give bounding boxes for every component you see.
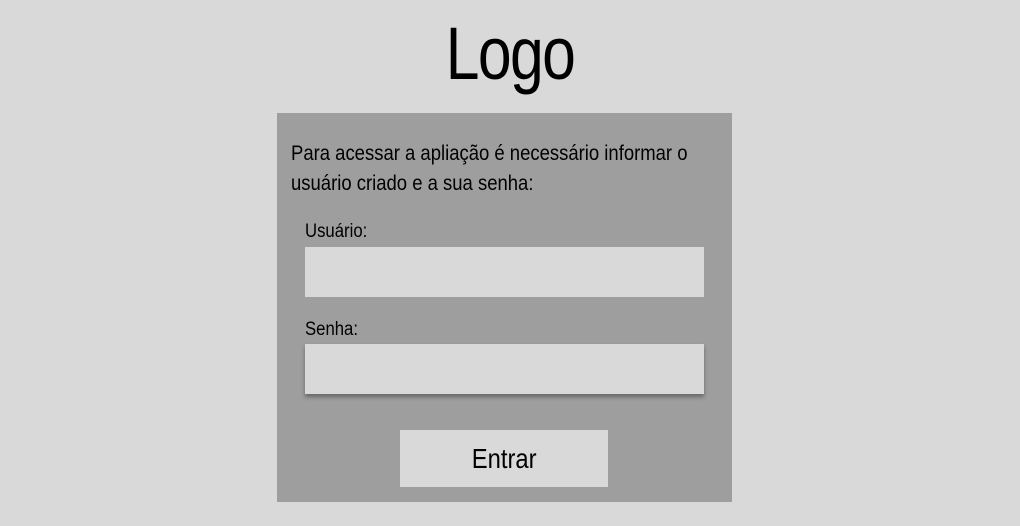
password-label: Senha:	[305, 319, 359, 340]
submit-button-label: Entrar	[471, 442, 537, 474]
login-instructions: Para acessar a apliação é necessário inf…	[291, 142, 688, 195]
login-panel: Para acessar a apliação é necessário inf…	[277, 113, 732, 502]
username-input[interactable]	[305, 247, 704, 297]
submit-button[interactable]: Entrar	[400, 430, 608, 487]
logo: Logo	[445, 12, 576, 95]
password-input[interactable]	[305, 344, 704, 394]
username-label: Usuário:	[305, 221, 368, 242]
